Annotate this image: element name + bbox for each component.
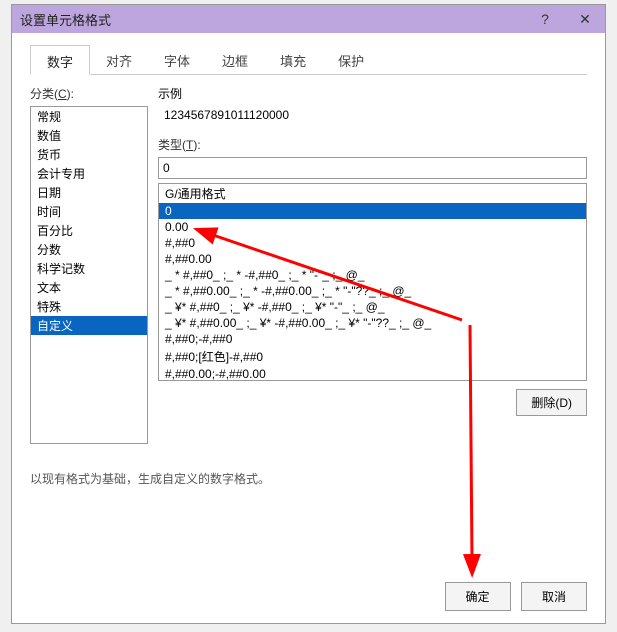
type-item[interactable]: #,##0.00: [159, 251, 586, 267]
type-listbox[interactable]: G/通用格式00.00#,##0#,##0.00_ * #,##0_ ;_ * …: [158, 183, 587, 381]
hint-text: 以现有格式为基础，生成自定义的数字格式。: [30, 470, 587, 487]
category-listbox[interactable]: 常规数值货币会计专用日期时间百分比分数科学记数文本特殊自定义: [30, 106, 148, 444]
category-item[interactable]: 百分比: [31, 221, 147, 240]
category-item[interactable]: 分数: [31, 240, 147, 259]
close-button[interactable]: ✕: [565, 5, 605, 33]
category-item[interactable]: 自定义: [31, 316, 147, 335]
type-item[interactable]: 0: [159, 203, 586, 219]
category-label: 分类(C):: [30, 85, 148, 102]
type-label: 类型(T):: [158, 136, 587, 153]
category-item[interactable]: 时间: [31, 202, 147, 221]
category-item[interactable]: 货币: [31, 145, 147, 164]
sample-label: 示例: [158, 85, 587, 102]
delete-button[interactable]: 删除(D): [516, 389, 587, 416]
type-item[interactable]: #,##0;[红色]-#,##0: [159, 347, 586, 366]
help-button[interactable]: ?: [525, 5, 565, 33]
category-item[interactable]: 文本: [31, 278, 147, 297]
titlebar: 设置单元格格式 ? ✕: [12, 5, 605, 33]
tab-对齐[interactable]: 对齐: [90, 45, 148, 74]
category-item[interactable]: 会计专用: [31, 164, 147, 183]
type-item[interactable]: 0.00: [159, 219, 586, 235]
type-item[interactable]: #,##0.00;-#,##0.00: [159, 366, 586, 381]
type-item[interactable]: #,##0;-#,##0: [159, 331, 586, 347]
type-item[interactable]: _ ¥* #,##0_ ;_ ¥* -#,##0_ ;_ ¥* "-"_ ;_ …: [159, 299, 586, 315]
type-item[interactable]: _ * #,##0_ ;_ * -#,##0_ ;_ * "-"_ ;_ @_: [159, 267, 586, 283]
category-item[interactable]: 特殊: [31, 297, 147, 316]
format-cells-dialog: 设置单元格格式 ? ✕ 数字对齐字体边框填充保护 分类(C): 常规数值货币会计…: [11, 4, 606, 624]
tab-保护[interactable]: 保护: [322, 45, 380, 74]
tab-填充[interactable]: 填充: [264, 45, 322, 74]
ok-button[interactable]: 确定: [445, 582, 511, 611]
dialog-title: 设置单元格格式: [20, 10, 111, 29]
category-item[interactable]: 科学记数: [31, 259, 147, 278]
type-item[interactable]: _ * #,##0.00_ ;_ * -#,##0.00_ ;_ * "-"??…: [159, 283, 586, 299]
tab-strip: 数字对齐字体边框填充保护: [30, 45, 587, 75]
type-item[interactable]: #,##0: [159, 235, 586, 251]
tab-字体[interactable]: 字体: [148, 45, 206, 74]
tab-数字[interactable]: 数字: [30, 45, 90, 75]
type-item[interactable]: _ ¥* #,##0.00_ ;_ ¥* -#,##0.00_ ;_ ¥* "-…: [159, 315, 586, 331]
category-item[interactable]: 数值: [31, 126, 147, 145]
cancel-button[interactable]: 取消: [521, 582, 587, 611]
type-input[interactable]: [158, 157, 587, 179]
category-item[interactable]: 常规: [31, 107, 147, 126]
tab-边框[interactable]: 边框: [206, 45, 264, 74]
category-item[interactable]: 日期: [31, 183, 147, 202]
sample-value: 1234567891011120000: [164, 108, 587, 122]
type-item[interactable]: G/通用格式: [159, 184, 586, 203]
